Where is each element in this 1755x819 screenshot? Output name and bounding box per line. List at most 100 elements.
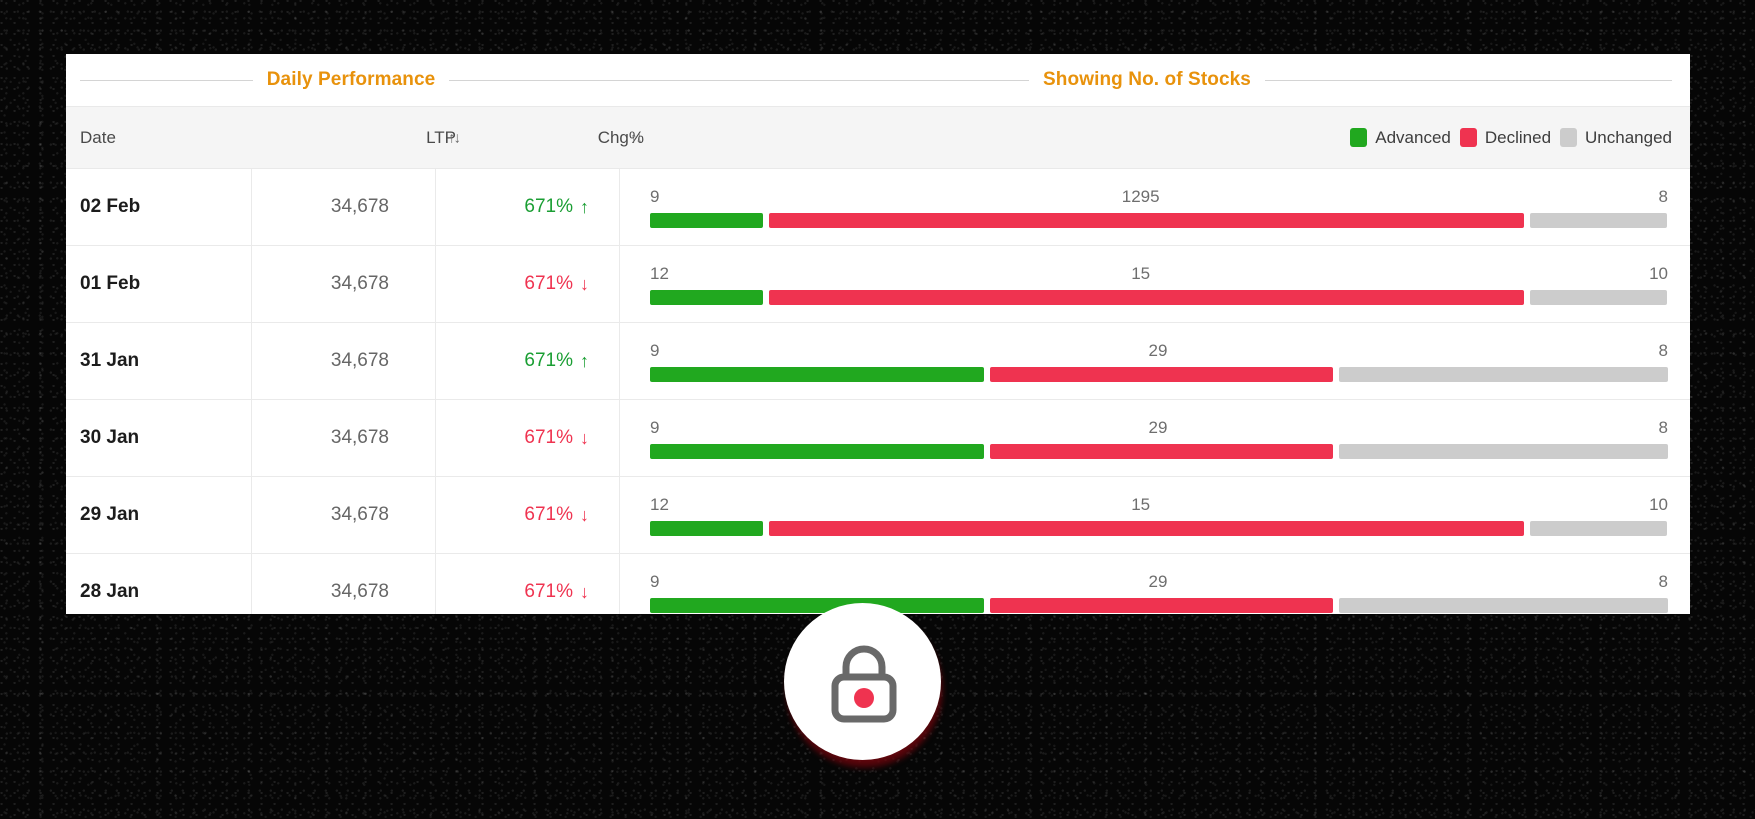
- bar-segment-advanced: [650, 366, 985, 382]
- table-row[interactable]: 31 Jan 34,678 671% ↑ 9 29 8: [66, 323, 1690, 400]
- change-value: 671%: [524, 581, 573, 602]
- bar-value-labels: 12 15 10: [650, 264, 1668, 286]
- cell-change-percent: 671% ↑: [436, 323, 620, 399]
- table-row[interactable]: 02 Feb 34,678 671% ↑ 9 1295 8: [66, 169, 1690, 246]
- bar-segment-unchanged: [1530, 520, 1667, 536]
- cell-stock-breakdown-bar: 9 29 8: [620, 400, 1690, 476]
- bar-value-labels: 9 1295 8: [650, 187, 1668, 209]
- table-row[interactable]: 29 Jan 34,678 671% ↓ 12 15 10: [66, 477, 1690, 554]
- bar-segment-advanced: [650, 520, 763, 536]
- advanced-count-label: 9: [650, 417, 660, 437]
- bar-segment-declined: [990, 366, 1333, 382]
- red-square-icon: [1459, 128, 1477, 147]
- bar-segment-unchanged: [1530, 289, 1667, 305]
- cell-change-percent: 671% ↑: [436, 169, 620, 245]
- declined-count-label: 15: [1131, 263, 1151, 283]
- bar-segment-unchanged: [1338, 366, 1668, 382]
- unchanged-count-label: 10: [1649, 494, 1668, 514]
- title-rule-left: [622, 79, 1030, 81]
- legend-item-declined[interactable]: Declined: [1459, 127, 1552, 148]
- bar-value-labels: 12 15 10: [650, 495, 1668, 517]
- stacked-bar-track: [650, 520, 1668, 536]
- declined-count-label: 29: [1148, 417, 1168, 437]
- change-value: 671%: [524, 273, 573, 294]
- change-value: 671%: [524, 504, 573, 525]
- declined-count-label: 29: [1148, 340, 1168, 360]
- bar-value-labels: 9 29 8: [650, 341, 1668, 363]
- change-value: 671%: [524, 350, 573, 371]
- column-header-ltp[interactable]: LTP: [324, 107, 502, 168]
- section-title-bar: Daily Performance Showing No. of Stocks: [66, 54, 1690, 106]
- cell-ltp: 34,678: [252, 323, 436, 399]
- bar-value-labels: 9 29 8: [650, 572, 1668, 594]
- bar-segment-unchanged: [1338, 443, 1668, 459]
- bar-segment-declined: [768, 520, 1525, 536]
- advanced-count-label: 9: [650, 571, 660, 591]
- cell-date: 02 Feb: [66, 169, 252, 245]
- cell-stock-breakdown-bar: 9 1295 8: [620, 169, 1690, 245]
- title-rule-left: [80, 79, 253, 81]
- legend-item-unchanged[interactable]: Unchanged: [1560, 128, 1672, 148]
- bar-segment-advanced: [650, 212, 763, 228]
- bar-value-labels: 9 29 8: [650, 418, 1668, 440]
- column-header-date[interactable]: Date: [80, 107, 116, 168]
- daily-performance-title: Daily Performance: [266, 69, 436, 90]
- change-value: 671%: [524, 427, 573, 448]
- title-rule-right: [449, 79, 622, 81]
- arrow-down-icon: ↓: [580, 273, 589, 294]
- arrow-up-icon: ↑: [580, 350, 589, 371]
- unchanged-count-label: 10: [1649, 263, 1668, 283]
- cell-ltp: 34,678: [252, 246, 436, 322]
- bar-segment-advanced: [650, 443, 985, 459]
- showing-stocks-title: Showing No. of Stocks: [1043, 69, 1251, 90]
- bar-segment-unchanged: [1530, 212, 1667, 228]
- stocks-performance-card: Daily Performance Showing No. of Stocks …: [66, 54, 1690, 614]
- bar-segment-unchanged: [1338, 597, 1668, 613]
- lock-icon: [831, 645, 897, 723]
- sort-updown-icon[interactable]: ↑↓: [448, 129, 461, 146]
- cell-date: 31 Jan: [66, 323, 252, 399]
- arrow-down-icon: ↓: [580, 581, 589, 602]
- table-body: 02 Feb 34,678 671% ↑ 9 1295 8 01 Feb 34,…: [66, 169, 1690, 614]
- cell-date: 01 Feb: [66, 246, 252, 322]
- advanced-count-label: 12: [650, 263, 669, 283]
- sort-updown-icon[interactable]: ↑↓: [630, 129, 643, 146]
- table-row[interactable]: 01 Feb 34,678 671% ↓ 12 15 10: [66, 246, 1690, 323]
- bar-segment-declined: [768, 289, 1525, 305]
- advanced-count-label: 9: [650, 186, 660, 206]
- cell-date: 29 Jan: [66, 477, 252, 553]
- locked-content-badge[interactable]: [784, 603, 945, 768]
- bar-segment-declined: [990, 597, 1333, 613]
- legend-label: Advanced: [1375, 127, 1451, 147]
- change-value: 671%: [524, 196, 573, 217]
- title-rule-right: [1264, 79, 1672, 81]
- cell-ltp: 34,678: [252, 400, 436, 476]
- legend-label: Declined: [1484, 127, 1552, 147]
- screenshot-root: Daily Performance Showing No. of Stocks …: [0, 0, 1755, 819]
- legend-item-advanced[interactable]: Advanced: [1350, 128, 1451, 148]
- table-header-row: Date LTP ↑↓ Chg% ↑↓ Advanced Declined Unch…: [66, 106, 1690, 169]
- cell-stock-breakdown-bar: 9 29 8: [620, 323, 1690, 399]
- unchanged-count-label: 8: [1658, 340, 1668, 360]
- cell-ltp: 34,678: [252, 169, 436, 245]
- cell-change-percent: 671% ↓: [436, 477, 620, 553]
- cell-stock-breakdown-bar: 12 15 10: [620, 477, 1690, 553]
- declined-count-label: 1295: [1121, 186, 1160, 206]
- stacked-bar-track: [650, 289, 1668, 305]
- declined-count-label: 15: [1131, 494, 1151, 514]
- column-header-chg[interactable]: Chg%: [506, 107, 684, 168]
- unchanged-count-label: 8: [1658, 186, 1668, 206]
- declined-count-label: 29: [1148, 571, 1168, 591]
- arrow-down-icon: ↓: [580, 504, 589, 525]
- cell-change-percent: 671% ↓: [436, 246, 620, 322]
- cell-change-percent: 671% ↓: [436, 400, 620, 476]
- cell-date: 30 Jan: [66, 400, 252, 476]
- gray-square-icon: [1560, 128, 1578, 147]
- cell-stock-breakdown-bar: 9 29 8: [620, 554, 1690, 614]
- cell-ltp: 34,678: [252, 477, 436, 553]
- bar-segment-advanced: [650, 289, 763, 305]
- stacked-bar-track: [650, 443, 1668, 459]
- table-row[interactable]: 30 Jan 34,678 671% ↓ 9 29 8: [66, 400, 1690, 477]
- showing-stocks-title-group: Showing No. of Stocks: [622, 69, 1690, 91]
- arrow-up-icon: ↑: [580, 196, 589, 217]
